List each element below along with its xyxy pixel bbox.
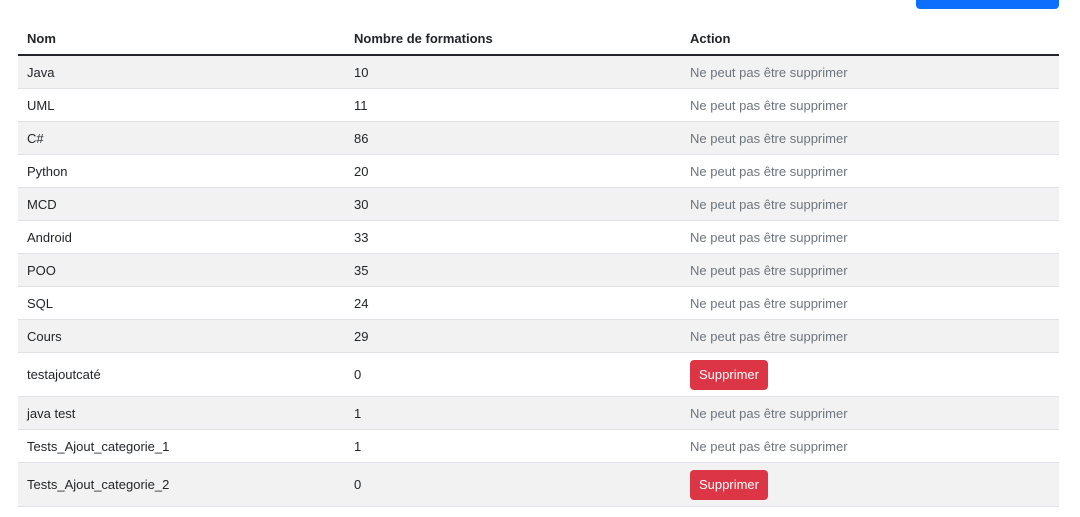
delete-button[interactable]: Supprimer xyxy=(690,469,768,500)
cell-nom: C# xyxy=(18,121,345,155)
cell-action: Ne peut pas être supprimer xyxy=(681,220,1059,254)
cannot-delete-text: Ne peut pas être supprimer xyxy=(690,262,848,278)
cell-nombre-formations: 86 xyxy=(345,121,681,155)
cell-nombre-formations: 35 xyxy=(345,253,681,287)
cell-nombre-formations: 29 xyxy=(345,319,681,353)
cell-nombre-formations: 11 xyxy=(345,88,681,122)
cannot-delete-text: Ne peut pas être supprimer xyxy=(690,295,848,311)
cell-nom: java test xyxy=(18,396,345,430)
table-row: UML 11 Ne peut pas être supprimer xyxy=(18,88,1059,122)
cell-nom: POO xyxy=(18,253,345,287)
table-body: Java 10 Ne peut pas être supprimer UML 11 Ne … xyxy=(18,55,1059,507)
table-row: Python 20 Ne peut pas être supprimer xyxy=(18,154,1059,188)
table-row: java test 1 Ne peut pas être supprimer xyxy=(18,396,1059,430)
table-header-row: Nom Nombre de formations Action xyxy=(18,22,1059,56)
cell-action: Ne peut pas être supprimer xyxy=(681,88,1059,122)
cell-nombre-formations: 0 xyxy=(345,352,681,397)
cannot-delete-text: Ne peut pas être supprimer xyxy=(690,130,848,146)
table-row: Tests_Ajout_categorie_1 1 Ne peut pas être… xyxy=(18,429,1059,463)
cell-nombre-formations: 10 xyxy=(345,55,681,89)
categories-table: Nom Nombre de formations Action Java 10 Ne… xyxy=(18,22,1059,507)
header-action: Action xyxy=(681,22,1059,56)
table-row: Java 10 Ne peut pas être supprimer xyxy=(18,55,1059,89)
cell-action: Ne peut pas être supprimer xyxy=(681,253,1059,287)
cell-nombre-formations: 20 xyxy=(345,154,681,188)
header-nom: Nom xyxy=(18,22,345,56)
table-row: SQL 24 Ne peut pas être supprimer xyxy=(18,286,1059,320)
cell-nom: MCD xyxy=(18,187,345,221)
cannot-delete-text: Ne peut pas être supprimer xyxy=(690,405,848,421)
cell-action: Ne peut pas être supprimer xyxy=(681,55,1059,89)
cannot-delete-text: Ne peut pas être supprimer xyxy=(690,64,848,80)
cell-action: Ne peut pas être supprimer xyxy=(681,319,1059,353)
cell-nom: Cours xyxy=(18,319,345,353)
cell-nombre-formations: 1 xyxy=(345,429,681,463)
cell-action: Ne peut pas être supprimer xyxy=(681,121,1059,155)
cannot-delete-text: Ne peut pas être supprimer xyxy=(690,163,848,179)
cell-nom: Tests_Ajout_categorie_1 xyxy=(18,429,345,463)
table-row: Android 33 Ne peut pas être supprimer xyxy=(18,220,1059,254)
cannot-delete-text: Ne peut pas être supprimer xyxy=(690,196,848,212)
cell-action: Supprimer xyxy=(681,462,1059,507)
cell-nom: Tests_Ajout_categorie_2 xyxy=(18,462,345,507)
cell-action: Supprimer xyxy=(681,352,1059,397)
table-row: Tests_Ajout_categorie_2 0 Supprimer xyxy=(18,462,1059,507)
cell-nombre-formations: 30 xyxy=(345,187,681,221)
cell-nom: Python xyxy=(18,154,345,188)
cannot-delete-text: Ne peut pas être supprimer xyxy=(690,328,848,344)
cell-action: Ne peut pas être supprimer xyxy=(681,286,1059,320)
cannot-delete-text: Ne peut pas être supprimer xyxy=(690,97,848,113)
cell-nombre-formations: 0 xyxy=(345,462,681,507)
cell-nom: Android xyxy=(18,220,345,254)
cell-nom: Java xyxy=(18,55,345,89)
table-row: Cours 29 Ne peut pas être supprimer xyxy=(18,319,1059,353)
table-row: C# 86 Ne peut pas être supprimer xyxy=(18,121,1059,155)
table-row: testajoutcaté 0 Supprimer xyxy=(18,352,1059,397)
cell-action: Ne peut pas être supprimer xyxy=(681,154,1059,188)
cannot-delete-text: Ne peut pas être supprimer xyxy=(690,229,848,245)
cell-nombre-formations: 33 xyxy=(345,220,681,254)
delete-button[interactable]: Supprimer xyxy=(690,359,768,390)
add-category-button[interactable] xyxy=(916,0,1059,9)
cell-nom: SQL xyxy=(18,286,345,320)
cell-action: Ne peut pas être supprimer xyxy=(681,396,1059,430)
cell-nombre-formations: 24 xyxy=(345,286,681,320)
header-nombre-formations: Nombre de formations xyxy=(345,22,681,56)
table-row: POO 35 Ne peut pas être supprimer xyxy=(18,253,1059,287)
cell-nom: testajoutcaté xyxy=(18,352,345,397)
table-row: MCD 30 Ne peut pas être supprimer xyxy=(18,187,1059,221)
cell-action: Ne peut pas être supprimer xyxy=(681,429,1059,463)
cannot-delete-text: Ne peut pas être supprimer xyxy=(690,438,848,454)
cell-action: Ne peut pas être supprimer xyxy=(681,187,1059,221)
cell-nombre-formations: 1 xyxy=(345,396,681,430)
cell-nom: UML xyxy=(18,88,345,122)
